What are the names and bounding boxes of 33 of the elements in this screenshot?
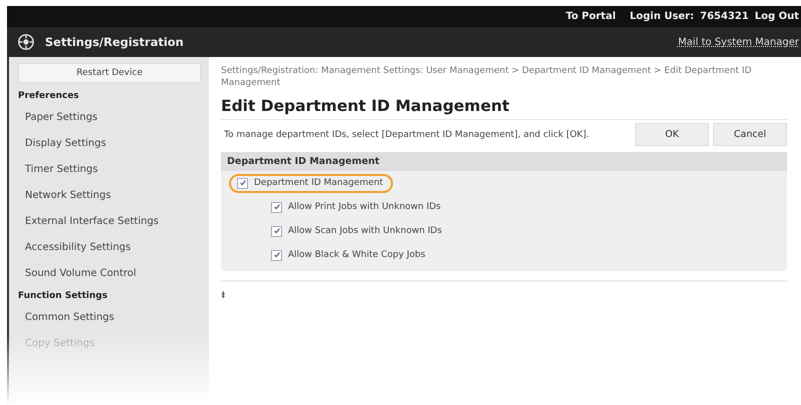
sidebar-heading: Function Settings <box>17 290 108 303</box>
checkbox-label: Allow Black & White Copy Jobs <box>288 250 426 260</box>
checkbox[interactable] <box>237 178 248 188</box>
back-to-top-link[interactable]: ⯒ <box>221 287 225 304</box>
checkbox-label: Department ID Management <box>254 178 384 188</box>
restart-button[interactable]: Restart Device <box>18 63 201 83</box>
checkbox-label: Allow Print Jobs with Unknown IDs <box>288 202 441 212</box>
section-heading: Department ID Management <box>221 152 787 171</box>
page-title: Edit Department ID Management <box>221 97 787 120</box>
sidebar-item[interactable]: Accessibility Settings <box>9 235 209 261</box>
checkbox[interactable] <box>271 202 282 212</box>
dialog-button[interactable]: Cancel <box>713 123 787 146</box>
sidebar-item[interactable]: Sound Volume Control <box>9 261 209 287</box>
instruction-text: To manage department IDs, select [Department ID Management], and click [OK]. <box>223 130 590 140</box>
gear-icon <box>17 33 35 51</box>
sidebar-item[interactable]: Paper Settings <box>9 105 209 131</box>
sidebar-item[interactable]: External Interface Settings <box>9 209 209 235</box>
checkbox[interactable] <box>271 250 282 260</box>
app-title: Settings/Registration <box>45 35 185 49</box>
sidebar-heading: Preferences <box>17 90 80 103</box>
top-link[interactable]: To Portal <box>566 11 616 22</box>
sidebar-item[interactable]: Timer Settings <box>9 157 209 183</box>
breadcrumb: Settings/Registration: Management Settings: User Management > Department ID Management > Edit Department ID Management <box>221 65 753 89</box>
login-label: 7654321 <box>700 11 749 22</box>
checkbox[interactable] <box>271 226 282 236</box>
checkbox-label: Allow Scan Jobs with Unknown IDs <box>288 226 442 236</box>
mail-link[interactable]: Mail to System Manager <box>678 36 801 48</box>
top-link[interactable]: Log Out <box>754 11 799 22</box>
sidebar-item[interactable]: Display Settings <box>9 131 209 157</box>
sidebar-item[interactable]: Common Settings <box>9 305 209 331</box>
login-label: Login User: <box>630 11 694 22</box>
sidebar-item[interactable]: Network Settings <box>9 183 209 209</box>
dialog-button[interactable]: OK <box>635 123 709 146</box>
